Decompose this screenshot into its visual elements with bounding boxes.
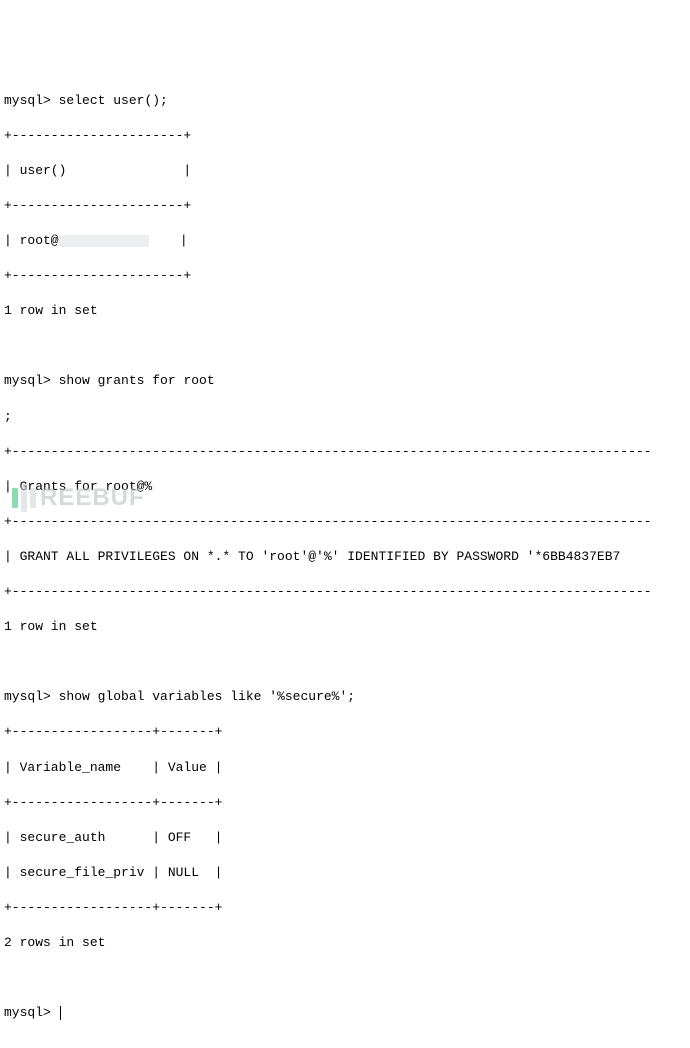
table-border: +---------------------------------------… [4,583,686,601]
terminal-output: mysql> select user(); +-----------------… [4,74,686,1039]
mysql-prompt: mysql> [4,93,51,108]
table-border: +---------------------------------------… [4,443,686,461]
table-header: | user() | [4,162,686,180]
table-row: | secure_auth | OFF | [4,829,686,847]
mysql-prompt: mysql> [4,689,51,704]
redacted-hostname [59,235,149,247]
table-row: | secure_file_priv | NULL | [4,864,686,882]
table-border: +----------------------+ [4,197,686,215]
freebuf-watermark: REEBUF [12,482,145,514]
result-footer: 1 row in set [4,618,686,636]
table-border: +------------------+-------+ [4,794,686,812]
table-border: +------------------+-------+ [4,723,686,741]
table-border: +----------------------+ [4,267,686,285]
command-continuation: ; [4,408,686,426]
table-row: | root@ | [4,232,686,250]
command-show-variables: show global variables like '%secure%'; [59,689,355,704]
watermark-text: REEBUF [40,482,145,514]
input-cursor[interactable] [60,1006,61,1020]
freebuf-logo-icon [12,484,36,512]
mysql-prompt: mysql> [4,373,51,388]
table-header: | Variable_name | Value | [4,759,686,777]
command-show-grants: show grants for root [59,373,215,388]
result-footer: 1 row in set [4,302,686,320]
mysql-prompt: mysql> [4,1005,51,1020]
command-select-user: select user(); [59,93,168,108]
table-border: +----------------------+ [4,127,686,145]
table-border: +------------------+-------+ [4,899,686,917]
table-border: +---------------------------------------… [4,513,686,531]
result-footer: 2 rows in set [4,934,686,952]
table-row: | GRANT ALL PRIVILEGES ON *.* TO 'root'@… [4,548,686,566]
